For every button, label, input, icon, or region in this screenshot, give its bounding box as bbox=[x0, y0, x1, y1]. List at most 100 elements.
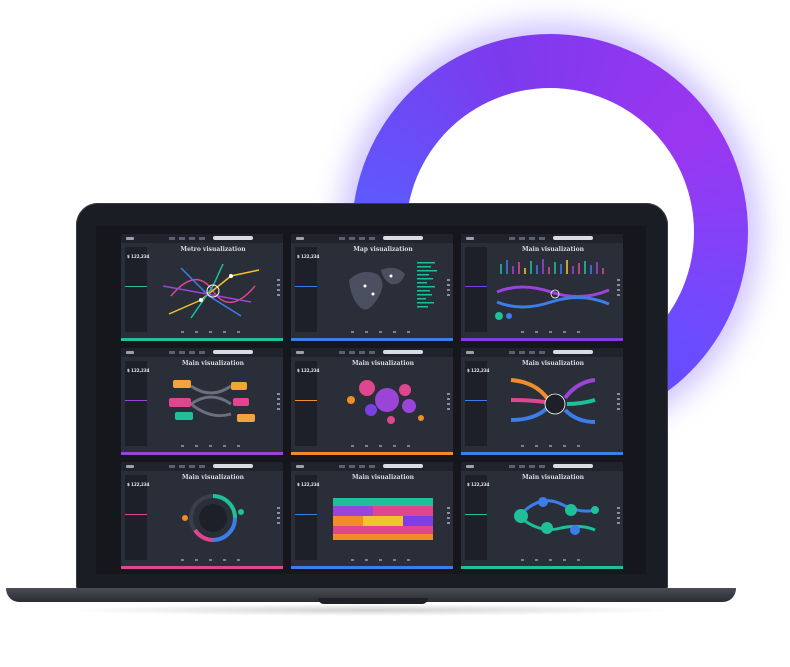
tile-sidebar-accent bbox=[295, 514, 317, 515]
tile-axis-ticks bbox=[181, 559, 251, 561]
tile-search-input[interactable] bbox=[383, 464, 423, 468]
tile-side-rail[interactable] bbox=[617, 507, 620, 527]
tile-axis-ticks bbox=[521, 331, 591, 333]
tile-logo bbox=[126, 237, 134, 240]
tile-side-rail[interactable] bbox=[617, 279, 620, 299]
tile-logo bbox=[126, 351, 134, 354]
tile-logo bbox=[466, 465, 474, 468]
tile-search-input[interactable] bbox=[213, 236, 253, 240]
tile-topbar bbox=[461, 234, 623, 243]
dashboard-tile-sankey[interactable]: $ 122,234 Main visualization bbox=[461, 348, 623, 455]
wave-bars-graphic bbox=[495, 259, 610, 320]
dashboard-tile-flow[interactable]: $ 122,234 Main visualization bbox=[121, 348, 283, 455]
tile-nav bbox=[339, 351, 379, 354]
dashboard-tile-donut[interactable]: $ 122,234 Main visualization bbox=[121, 462, 283, 569]
tile-nav bbox=[169, 465, 209, 468]
tile-search-input[interactable] bbox=[553, 350, 593, 354]
tile-accent-bar bbox=[461, 452, 623, 455]
tile-side-rail[interactable] bbox=[617, 393, 620, 413]
dashboard-tile-map[interactable]: $ 122,234 Map visualization bbox=[291, 234, 453, 341]
tile-accent-bar bbox=[291, 452, 453, 455]
tile-sidebar bbox=[125, 361, 147, 446]
tile-sidebar-accent bbox=[125, 514, 147, 515]
tile-accent-bar bbox=[121, 452, 283, 455]
tile-axis-ticks bbox=[181, 331, 251, 333]
tile-topbar bbox=[121, 348, 283, 357]
tile-sidebar bbox=[465, 361, 487, 446]
bubble-cluster-graphic bbox=[347, 380, 424, 424]
tile-sidebar bbox=[125, 475, 147, 560]
tile-accent-bar bbox=[461, 566, 623, 569]
tile-title: Main visualization bbox=[352, 360, 414, 367]
tile-sidebar-accent bbox=[465, 400, 487, 401]
tile-topbar bbox=[461, 348, 623, 357]
tile-topbar bbox=[121, 234, 283, 243]
tile-nav bbox=[509, 465, 549, 468]
tile-title: Main visualization bbox=[352, 474, 414, 481]
tile-sidebar bbox=[465, 475, 487, 560]
tile-title: Metro visualization bbox=[180, 246, 246, 253]
tile-value: $ 122,234 bbox=[467, 368, 490, 373]
tile-side-rail[interactable] bbox=[277, 507, 280, 527]
laptop-screen: $ 122,234 Metro visualization $ 122,234 … bbox=[96, 226, 646, 574]
tile-search-input[interactable] bbox=[213, 350, 253, 354]
tile-logo bbox=[296, 237, 304, 240]
tile-search-input[interactable] bbox=[553, 464, 593, 468]
tile-search-input[interactable] bbox=[383, 236, 423, 240]
tile-sidebar bbox=[295, 361, 317, 446]
tile-topbar bbox=[461, 462, 623, 471]
flow-boxes-graphic bbox=[169, 380, 255, 422]
hex-heatmap-graphic bbox=[333, 498, 433, 540]
tile-sidebar bbox=[295, 247, 317, 332]
laptop-notch bbox=[318, 598, 428, 604]
ring-donut-graphic bbox=[182, 494, 244, 542]
dashboard-tile-wave[interactable]: Main visualization bbox=[461, 234, 623, 341]
tile-side-rail[interactable] bbox=[447, 393, 450, 413]
tile-sidebar bbox=[465, 247, 487, 332]
tile-topbar bbox=[121, 462, 283, 471]
tile-sidebar-accent bbox=[125, 286, 147, 287]
laptop-shadow bbox=[60, 604, 680, 616]
tile-value: $ 122,234 bbox=[467, 482, 490, 487]
tile-side-rail[interactable] bbox=[277, 393, 280, 413]
tile-axis-ticks bbox=[521, 559, 591, 561]
tile-accent-bar bbox=[291, 338, 453, 341]
tile-axis-ticks bbox=[521, 445, 591, 447]
tile-title: Main visualization bbox=[522, 360, 584, 367]
tile-value: $ 122,234 bbox=[297, 368, 320, 373]
world-map-graphic bbox=[349, 262, 437, 310]
tile-side-rail[interactable] bbox=[277, 279, 280, 299]
tile-side-rail[interactable] bbox=[447, 507, 450, 527]
dashboard-tile-bubbles[interactable]: $ 122,234 Main visualization bbox=[291, 348, 453, 455]
dashboard-tile-metro[interactable]: $ 122,234 Metro visualization bbox=[121, 234, 283, 341]
dashboard-tile-nodes[interactable]: $ 122,234 Main visualization bbox=[461, 462, 623, 569]
tile-sidebar-accent bbox=[295, 400, 317, 401]
tile-topbar bbox=[291, 348, 453, 357]
tile-sidebar-accent bbox=[295, 286, 317, 287]
metro-map-graphic bbox=[162, 263, 260, 319]
tile-sidebar bbox=[295, 475, 317, 560]
tile-value: $ 122,234 bbox=[127, 254, 150, 259]
tile-axis-ticks bbox=[181, 445, 251, 447]
dashboard-tile-heatmap[interactable]: $ 122,234 Main visualization bbox=[291, 462, 453, 569]
tile-logo bbox=[466, 237, 474, 240]
tile-search-input[interactable] bbox=[553, 236, 593, 240]
tile-value: $ 122,234 bbox=[297, 254, 320, 259]
tile-nav bbox=[169, 237, 209, 240]
tile-title: Main visualization bbox=[182, 474, 244, 481]
tile-axis-ticks bbox=[351, 445, 421, 447]
tile-search-input[interactable] bbox=[383, 350, 423, 354]
tile-nav bbox=[509, 351, 549, 354]
tile-topbar bbox=[291, 462, 453, 471]
tile-title: Main visualization bbox=[182, 360, 244, 367]
tile-side-rail[interactable] bbox=[447, 279, 450, 299]
tile-sidebar-accent bbox=[465, 514, 487, 515]
tile-logo bbox=[126, 465, 134, 468]
tile-topbar bbox=[291, 234, 453, 243]
tile-nav bbox=[339, 237, 379, 240]
tile-sidebar-accent bbox=[465, 286, 487, 287]
tile-search-input[interactable] bbox=[213, 464, 253, 468]
tile-accent-bar bbox=[291, 566, 453, 569]
tile-axis-ticks bbox=[351, 331, 421, 333]
tile-accent-bar bbox=[461, 338, 623, 341]
